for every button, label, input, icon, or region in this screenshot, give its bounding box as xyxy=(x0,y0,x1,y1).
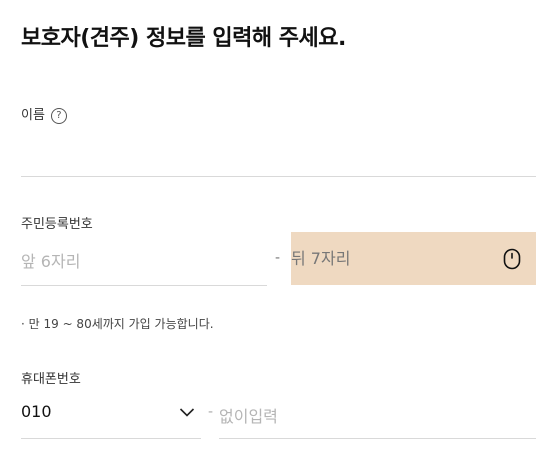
help-icon[interactable]: ? xyxy=(50,107,67,124)
name-label: 이름 xyxy=(21,108,45,123)
phone-prefix-select[interactable]: 010 xyxy=(21,395,201,439)
phone-label: 휴대폰번호 xyxy=(21,372,81,387)
resident-back-input[interactable] xyxy=(291,232,491,285)
phone-separator: - xyxy=(208,404,214,420)
resident-separator: - xyxy=(275,250,281,266)
name-label-row: 이름? xyxy=(21,104,67,124)
resident-number-label: 주민등록번호 xyxy=(21,217,93,232)
resident-front-input[interactable] xyxy=(21,238,267,286)
chevron-down-icon xyxy=(179,408,195,417)
page-title: 보호자(견주) 정보를 입력해 주세요. xyxy=(21,26,346,51)
phone-prefix-value: 010 xyxy=(21,402,52,421)
mouse-icon xyxy=(503,248,521,270)
resident-back-field[interactable] xyxy=(291,232,536,285)
age-eligibility-note: · 만 19 ~ 80세까지 가입 가능합니다. xyxy=(21,317,214,331)
name-input[interactable] xyxy=(21,135,536,177)
phone-number-input[interactable] xyxy=(219,395,536,439)
